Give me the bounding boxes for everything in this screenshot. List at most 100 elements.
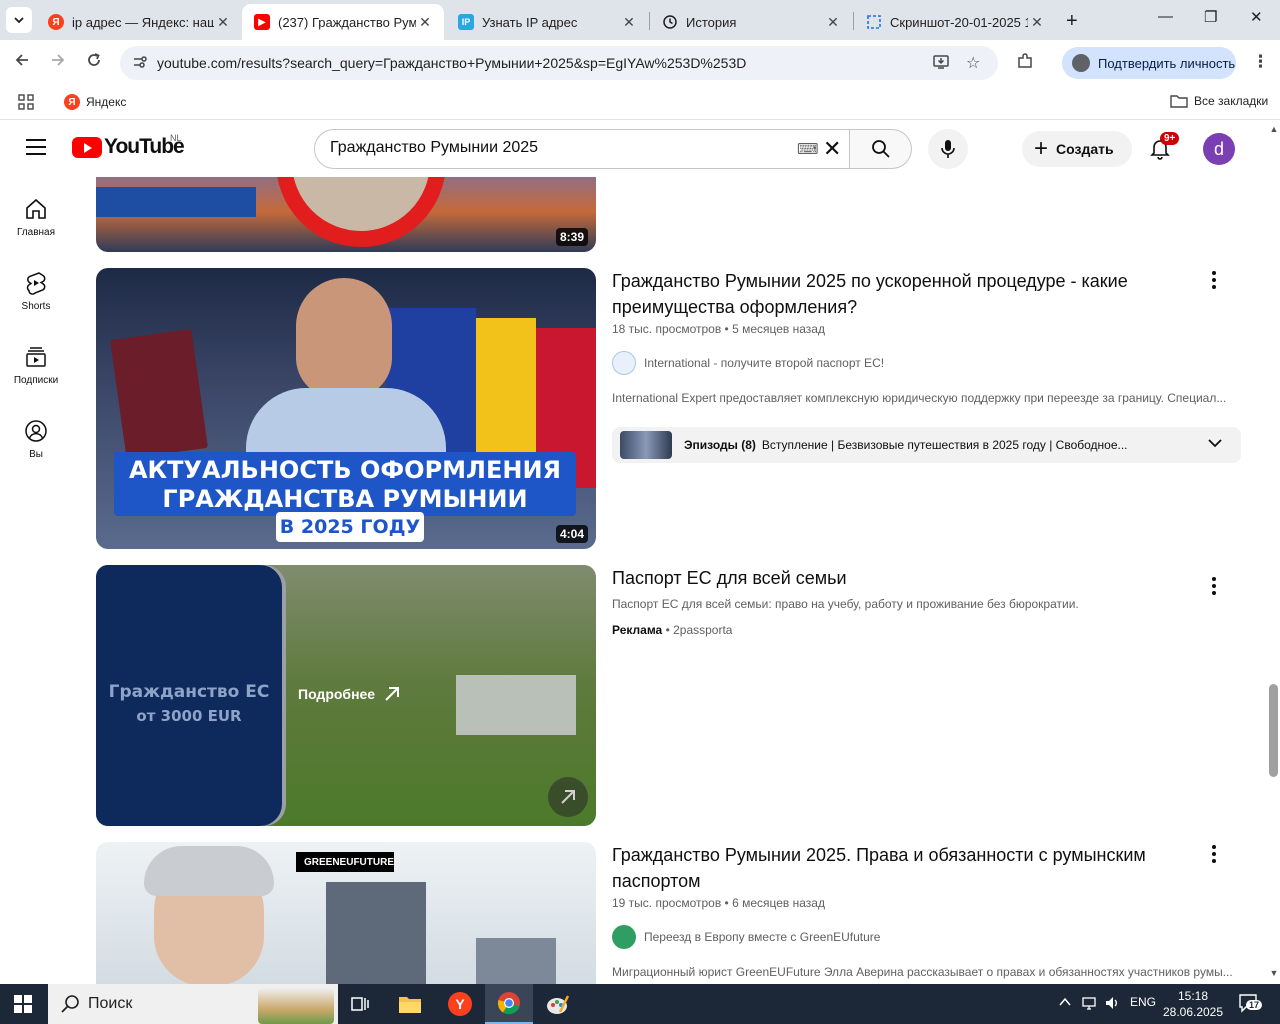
building-image [476, 938, 556, 984]
chevron-down-icon[interactable] [1207, 435, 1223, 451]
channel-row[interactable]: Переезд в Европу вместе с GreenEUfuture [612, 925, 880, 949]
volume-icon[interactable] [1104, 995, 1120, 1014]
scroll-down-icon[interactable]: ▼ [1268, 968, 1280, 978]
create-button[interactable]: + Создать [1022, 131, 1132, 167]
tab-title: (237) Гражданство Румы [278, 14, 416, 30]
install-app-icon[interactable] [932, 53, 950, 76]
close-icon[interactable]: ✕ [214, 14, 232, 31]
browser-tab-history[interactable]: История ✕ [650, 4, 852, 40]
taskbar-app-chrome[interactable] [485, 984, 533, 1024]
channel-name[interactable]: International - получите второй паспорт … [644, 356, 884, 370]
paint-icon [547, 995, 570, 1014]
episodes-bar[interactable]: Эпизоды (8) Вступление | Безвизовые путе… [612, 427, 1241, 463]
youtube-play-icon [72, 136, 102, 158]
browser-tab-ip[interactable]: IP Узнать IP адрес ✕ [446, 4, 648, 40]
scrollbar-thumb[interactable] [1269, 684, 1278, 777]
bookmark-yandex[interactable]: Я Яндекс [64, 94, 126, 110]
chrome-icon [497, 992, 520, 1015]
taskbar-app-explorer[interactable] [386, 984, 434, 1024]
channel-name[interactable]: Переезд в Европу вместе с GreenEUfuture [644, 930, 880, 944]
taskbar-app-yandex-browser[interactable]: Y [436, 984, 484, 1024]
voice-search-button[interactable] [928, 129, 968, 169]
network-icon[interactable] [1082, 995, 1098, 1014]
video-title[interactable]: Гражданство Румынии 2025. Права и обязан… [612, 842, 1182, 894]
bookmark-label: Яндекс [86, 95, 127, 109]
advertiser-name[interactable]: 2passporta [673, 623, 732, 637]
tab-title: Скриншот-20-01-2025 1 [890, 14, 1028, 30]
search-button[interactable] [850, 129, 912, 169]
restore-button[interactable]: ❐ [1204, 8, 1217, 26]
action-center-button[interactable]: 17 [1238, 992, 1263, 1017]
browser-tab-screenshot[interactable]: Скриншот-20-01-2025 1 ✕ [854, 4, 1056, 40]
taskbar-search[interactable]: Поиск [48, 984, 338, 1024]
search-box[interactable]: ⌨ ✕ [314, 129, 850, 169]
close-icon[interactable]: ✕ [824, 14, 842, 31]
yandex-icon: Я [48, 14, 64, 30]
ad-thumbnail[interactable]: Гражданство ЕС от 3000 EUR Подробнее [96, 565, 596, 826]
more-actions-button[interactable] [1212, 845, 1216, 866]
youtube-header: YouTube NL ⌨ ✕ + Создать 9+ d [0, 121, 1268, 177]
brand-text: GREENEUFUTURE [304, 856, 395, 868]
windows-start-icon[interactable] [14, 995, 32, 1013]
browser-tab-yandex[interactable]: Я ip адрес — Яндекс: наш ✕ [36, 4, 242, 40]
channel-avatar [612, 925, 636, 949]
tray-overflow-icon[interactable] [1058, 995, 1072, 1012]
close-icon[interactable]: ✕ [416, 14, 434, 31]
address-bar[interactable]: youtube.com/results?search_query=Граждан… [120, 46, 998, 80]
keyboard-icon[interactable]: ⌨ [797, 140, 819, 158]
minimize-button[interactable]: — [1158, 8, 1173, 25]
menu-icon[interactable] [26, 139, 46, 160]
scroll-up-icon[interactable]: ▲ [1268, 124, 1280, 134]
system-clock[interactable]: 15:18 28.06.2025 [1158, 988, 1228, 1020]
close-icon[interactable]: ✕ [1028, 14, 1046, 31]
village-image [456, 675, 576, 735]
youtube-logo[interactable]: YouTube NL [72, 133, 185, 159]
bookmark-star-icon[interactable]: ☆ [966, 53, 980, 73]
browser-menu-button[interactable]: ⋮ [1252, 52, 1269, 72]
extensions-icon[interactable] [1016, 52, 1034, 75]
episodes-list: Вступление | Безвизовые путешествия в 20… [761, 438, 1128, 452]
video-title[interactable]: Гражданство Румынии 2025 по ускоренной п… [612, 268, 1182, 320]
all-bookmarks[interactable]: Все закладки [1170, 94, 1268, 108]
video-thumbnail[interactable]: GREENEUFUTURE [96, 842, 596, 984]
taskbar-app-paint[interactable] [534, 984, 582, 1024]
browser-tab-youtube[interactable]: ▶ (237) Гражданство Румы ✕ [242, 4, 444, 40]
ad-more-link[interactable]: Подробнее [298, 685, 401, 703]
input-language[interactable]: ENG [1130, 995, 1156, 1009]
tab-search-button[interactable] [6, 7, 32, 33]
avatar[interactable]: d [1203, 133, 1235, 165]
clear-search-icon[interactable]: ✕ [823, 136, 841, 162]
notifications-button[interactable]: 9+ [1150, 132, 1180, 165]
page-scrollbar[interactable] [1268, 121, 1280, 984]
channel-brand-badge: GREENEUFUTURE [296, 852, 394, 872]
search-icon [871, 140, 890, 158]
search-input[interactable] [330, 139, 770, 157]
close-icon[interactable]: ✕ [620, 14, 638, 31]
ip-icon: IP [458, 14, 474, 30]
grid-icon [18, 94, 34, 110]
close-window-button[interactable]: ✕ [1250, 8, 1263, 26]
forward-button[interactable] [50, 52, 66, 73]
new-tab-button[interactable]: + [1066, 10, 1078, 33]
url-text[interactable]: youtube.com/results?search_query=Граждан… [157, 55, 746, 71]
video-duration: 4:04 [555, 525, 588, 543]
task-view-button[interactable] [336, 984, 384, 1024]
arrow-up-right-icon [385, 687, 400, 701]
more-actions-button[interactable] [1212, 271, 1216, 292]
arrow-right-icon [52, 54, 65, 66]
tab-title: Узнать IP адрес [482, 14, 578, 30]
video-description: International Expert предоставляет компл… [612, 391, 1227, 405]
video-thumbnail[interactable]: АКТУАЛЬНОСТЬ ОФОРМЛЕНИЯ ГРАЖДАНСТВА РУМЫ… [96, 268, 596, 549]
yandex-browser-icon: Y [448, 992, 472, 1016]
apps-grid-button[interactable] [18, 94, 34, 110]
ad-open-button[interactable] [548, 777, 588, 817]
ad-title[interactable]: Паспорт ЕС для всей семьи [612, 565, 1182, 591]
channel-row[interactable]: International - получите второй паспорт … [612, 351, 884, 375]
more-actions-button[interactable] [1212, 577, 1216, 598]
reload-button[interactable] [86, 52, 102, 73]
back-button[interactable] [14, 52, 30, 73]
youtube-icon: ▶ [254, 14, 270, 30]
site-info-icon[interactable] [132, 54, 148, 73]
verify-identity-button[interactable]: Подтвердить личность [1062, 47, 1236, 79]
video-thumbnail-previous[interactable]: 8:39 [96, 177, 596, 252]
